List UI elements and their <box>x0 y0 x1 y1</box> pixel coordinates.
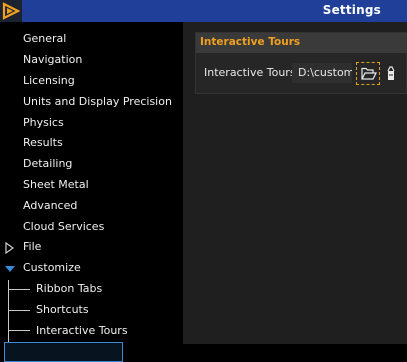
title-bar: Settings <box>0 0 407 22</box>
interactive-tours-panel: Interactive Tours Interactive Tours D:\c… <box>195 32 407 94</box>
app-logo-icon <box>0 0 22 22</box>
sidebar-item-general[interactable]: General <box>23 30 66 48</box>
tree-branch-line <box>8 330 30 331</box>
settings-sidebar: General Navigation Licensing Units and D… <box>0 22 183 362</box>
folder-open-icon <box>361 67 377 80</box>
tours-path-field[interactable]: D:\custom <box>292 63 352 83</box>
window-title: Settings <box>322 3 381 17</box>
interactive-tours-label: Interactive Tours <box>204 66 296 79</box>
settings-content: Interactive Tours Interactive Tours D:\c… <box>183 22 407 344</box>
sidebar-item-shortcuts[interactable]: Shortcuts <box>36 301 89 319</box>
expand-arrow-icon[interactable] <box>4 241 15 255</box>
panel-title: Interactive Tours <box>200 36 301 48</box>
eraser-icon <box>387 66 395 80</box>
sidebar-item-file[interactable]: File <box>23 238 41 256</box>
sidebar-item-interactive-tours[interactable]: Interactive Tours <box>36 322 128 340</box>
tree-branch-line <box>8 289 30 290</box>
panel-header: Interactive Tours <box>196 33 407 53</box>
sidebar-item-sheet-metal[interactable]: Sheet Metal <box>23 176 89 194</box>
collapse-arrow-icon[interactable] <box>4 264 15 274</box>
sidebar-item-licensing[interactable]: Licensing <box>23 72 75 90</box>
sidebar-item-detailing[interactable]: Detailing <box>23 155 72 173</box>
sidebar-item-ribbon-tabs[interactable]: Ribbon Tabs <box>36 280 102 298</box>
tree-branch-line <box>8 310 30 311</box>
sidebar-item-advanced[interactable]: Advanced <box>23 197 77 215</box>
selected-item-highlight <box>4 342 123 362</box>
sidebar-item-navigation[interactable]: Navigation <box>23 51 82 69</box>
sidebar-item-units[interactable]: Units and Display Precision <box>23 93 172 111</box>
sidebar-item-results[interactable]: Results <box>23 134 63 152</box>
sidebar-item-customize[interactable]: Customize <box>23 259 81 277</box>
browse-folder-button[interactable] <box>356 62 380 85</box>
sidebar-item-cloud-services[interactable]: Cloud Services <box>23 218 104 236</box>
clear-path-button[interactable] <box>384 64 398 82</box>
sidebar-item-physics[interactable]: Physics <box>23 114 64 132</box>
